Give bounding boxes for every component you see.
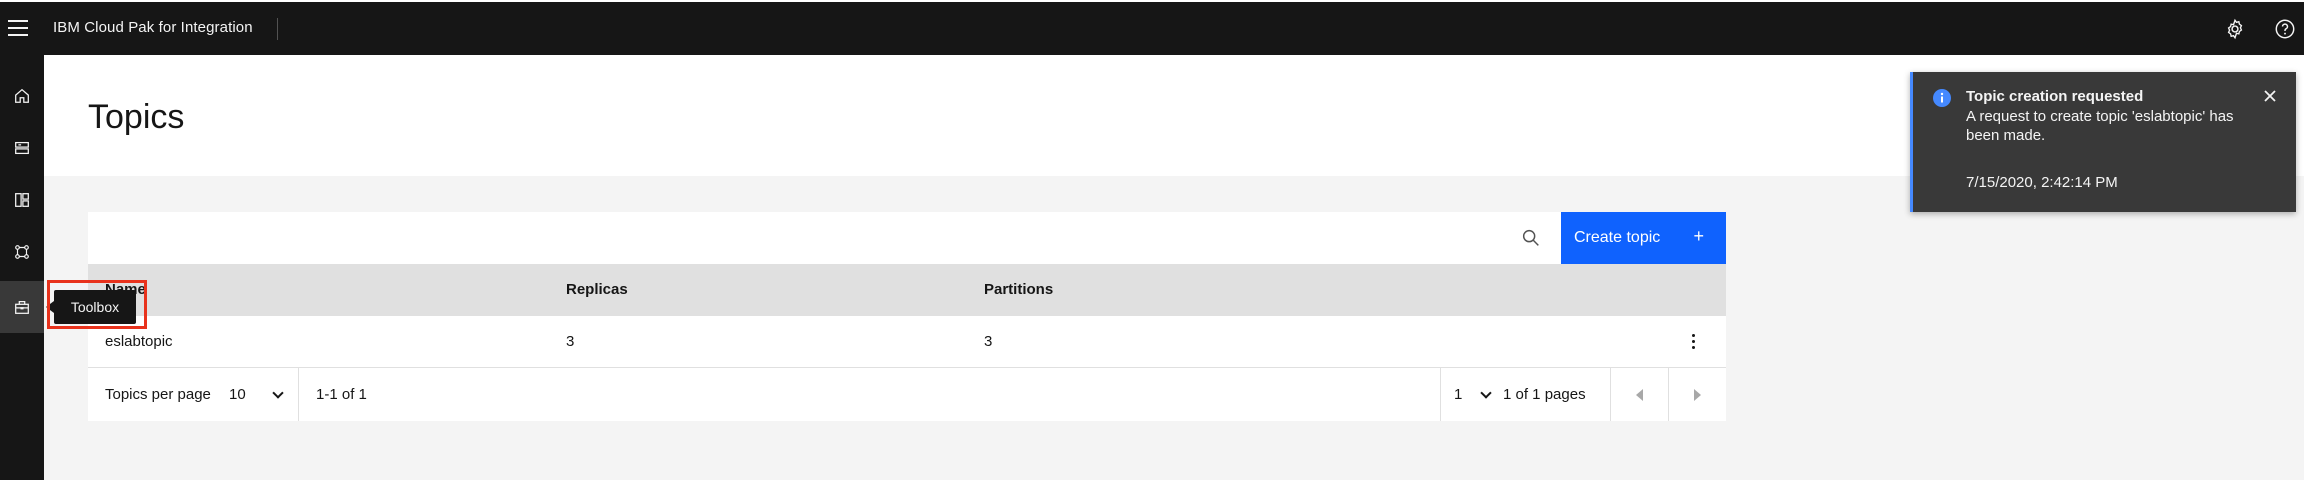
- nav-home[interactable]: [0, 70, 44, 122]
- app-title[interactable]: IBM Cloud Pak for Integration: [53, 19, 253, 36]
- side-navigation: [0, 55, 44, 480]
- menu-icon[interactable]: [8, 20, 28, 36]
- close-icon[interactable]: [2260, 86, 2280, 106]
- storage-icon: [15, 141, 29, 155]
- network-icon: [15, 245, 29, 259]
- toast-notification: Topic creation requested A request to cr…: [1910, 72, 2296, 212]
- nav-toolbox[interactable]: [0, 281, 44, 333]
- top-header: IBM Cloud Pak for Integration: [0, 0, 2304, 55]
- cell-replicas: 3: [566, 333, 575, 350]
- create-topic-label: Create topic: [1574, 229, 1661, 246]
- search-icon[interactable]: [1520, 227, 1542, 249]
- settings-icon[interactable]: [2224, 18, 2246, 40]
- page-title: Topics: [88, 98, 185, 136]
- toast-title: Topic creation requested: [1966, 88, 2144, 105]
- toolbox-icon: [15, 300, 29, 314]
- pager-divider: [1440, 368, 1441, 421]
- toast-timestamp: 7/15/2020, 2:42:14 PM: [1966, 174, 2118, 191]
- item-range: 1-1 of 1: [316, 386, 367, 403]
- table-header: Name Replicas Partitions: [88, 264, 1726, 316]
- pagination: Topics per page 10 1-1 of 1 1 1 of 1 pag…: [88, 368, 1726, 421]
- caret-right-icon: [1693, 388, 1701, 401]
- pager-divider: [298, 368, 299, 421]
- overflow-menu-icon[interactable]: [1690, 330, 1696, 352]
- chevron-down-icon: [272, 386, 284, 399]
- column-header-replicas[interactable]: Replicas: [566, 281, 628, 298]
- caret-left-icon: [1635, 388, 1643, 401]
- nav-layout[interactable]: [0, 174, 44, 226]
- per-page-select[interactable]: 10: [229, 368, 299, 421]
- home-icon: [15, 88, 29, 103]
- plus-icon: +: [1693, 226, 1704, 246]
- help-icon[interactable]: [2274, 18, 2296, 40]
- cell-name: eslabtopic: [105, 333, 173, 350]
- nav-network[interactable]: [0, 226, 44, 278]
- nav-storage[interactable]: [0, 122, 44, 174]
- chevron-down-icon: [1480, 386, 1493, 399]
- topics-table: Create topic + Name Replicas Partitions …: [88, 212, 1726, 421]
- per-page-value: 10: [229, 386, 246, 403]
- info-icon: [1933, 89, 1951, 107]
- current-page-value: 1: [1454, 386, 1463, 403]
- header-divider: [277, 18, 278, 40]
- table-toolbar: Create topic +: [88, 212, 1726, 264]
- create-topic-button[interactable]: Create topic +: [1561, 212, 1726, 264]
- column-header-partitions[interactable]: Partitions: [984, 281, 1053, 298]
- toast-body: A request to create topic 'eslabtopic' h…: [1966, 108, 2234, 144]
- table-row[interactable]: eslabtopic 3 3: [88, 316, 1726, 368]
- per-page-label: Topics per page: [105, 386, 211, 403]
- layout-icon: [15, 193, 29, 207]
- highlight-annotation: [47, 280, 147, 329]
- next-page-button[interactable]: [1668, 368, 1726, 421]
- cell-partitions: 3: [984, 333, 993, 350]
- page-count: 1 of 1 pages: [1503, 386, 1586, 403]
- previous-page-button[interactable]: [1610, 368, 1668, 421]
